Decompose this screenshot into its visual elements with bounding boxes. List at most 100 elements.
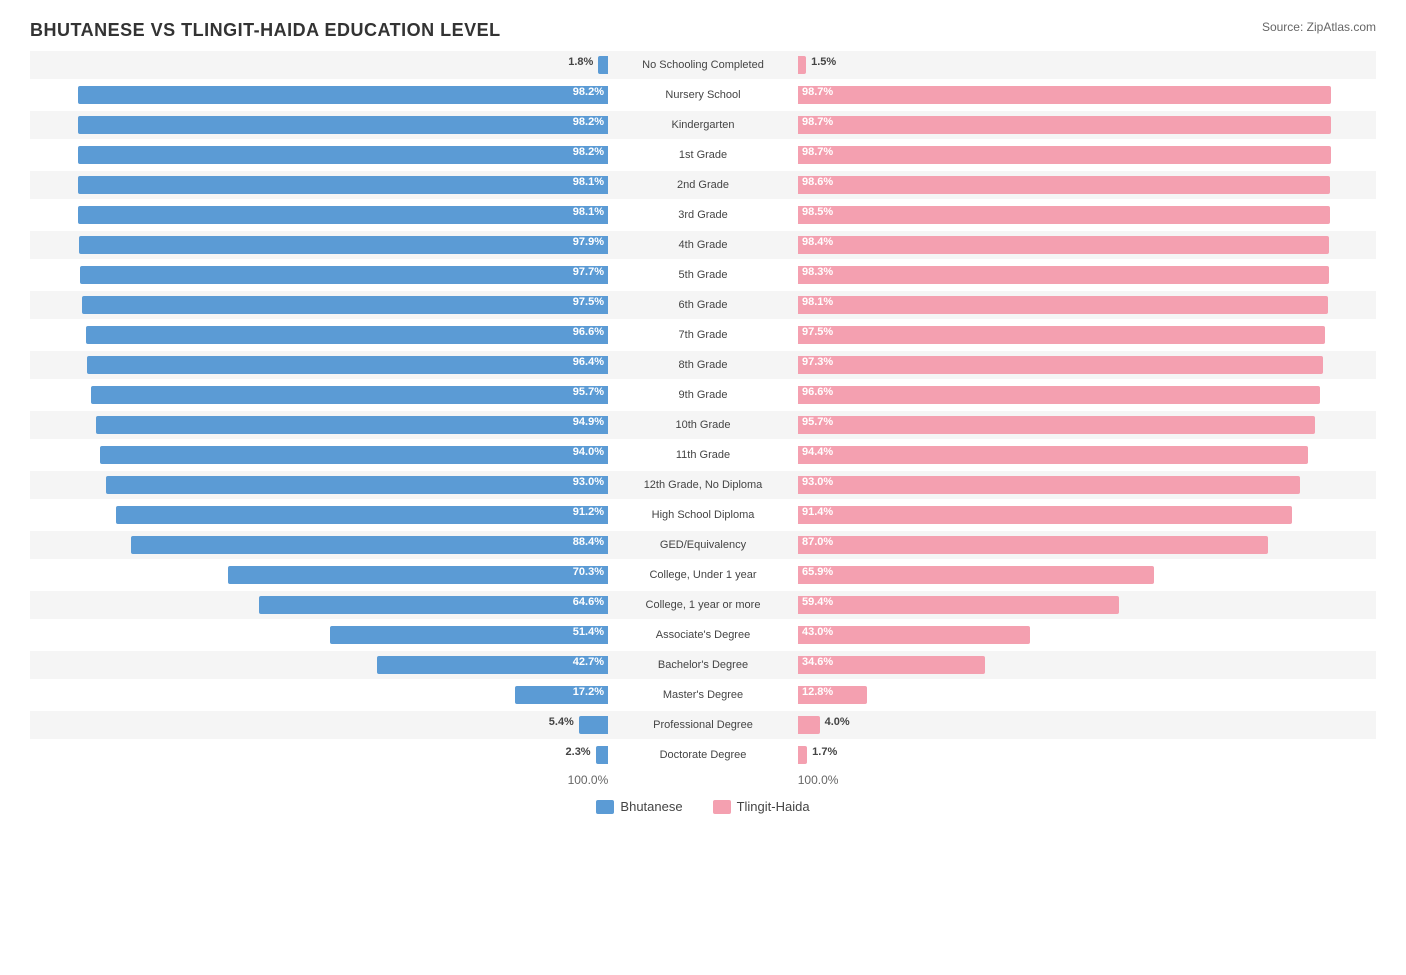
bar-value-right: 98.5% bbox=[802, 206, 833, 218]
table-row: 1.8% No Schooling Completed 1.5% bbox=[30, 51, 1376, 79]
bar-value-right: 94.4% bbox=[802, 446, 833, 458]
bar-value-left: 97.7% bbox=[573, 266, 604, 278]
bar-label: 7th Grade bbox=[608, 329, 798, 341]
bar-label: High School Diploma bbox=[608, 509, 798, 521]
bar-label: 3rd Grade bbox=[608, 209, 798, 221]
bar-value-right: 97.3% bbox=[802, 356, 833, 368]
left-bar-section: 95.7% bbox=[30, 381, 608, 409]
bar-label: College, 1 year or more bbox=[608, 599, 798, 611]
right-bar-section: 98.5% bbox=[798, 201, 1376, 229]
bar-label: Professional Degree bbox=[608, 719, 798, 731]
bar-value-left: 88.4% bbox=[573, 536, 604, 548]
bar-label: Doctorate Degree bbox=[608, 749, 798, 761]
table-row: 98.2%Nursery School98.7% bbox=[30, 81, 1376, 109]
table-row: 97.7%5th Grade98.3% bbox=[30, 261, 1376, 289]
table-row: 93.0% 12th Grade, No Diploma 93.0% bbox=[30, 471, 1376, 499]
left-bar-section: 97.5% bbox=[30, 291, 608, 319]
bar-label: Nursery School bbox=[608, 89, 798, 101]
chart-container: BHUTANESE VS TLINGIT-HAIDA EDUCATION LEV… bbox=[0, 0, 1406, 874]
bar-label: 4th Grade bbox=[608, 239, 798, 251]
bar-value-left: 96.4% bbox=[573, 356, 604, 368]
table-row: 88.4% GED/Equivalency 87.0% bbox=[30, 531, 1376, 559]
left-bar-section: 98.1% bbox=[30, 171, 608, 199]
bar-value-left: 98.1% bbox=[573, 176, 604, 188]
bar-label: 10th Grade bbox=[608, 419, 798, 431]
bar-value-right: 65.9% bbox=[802, 566, 833, 578]
bar-value-left: 1.8% bbox=[568, 56, 593, 68]
bar-label: 6th Grade bbox=[608, 299, 798, 311]
bar-label: No Schooling Completed bbox=[608, 59, 798, 71]
bar-value-left: 96.6% bbox=[573, 326, 604, 338]
legend-label-pink: Tlingit-Haida bbox=[737, 799, 810, 814]
table-row: 94.9%10th Grade 95.7% bbox=[30, 411, 1376, 439]
chart-area: 1.8%No Schooling Completed1.5%98.2%Nurse… bbox=[30, 51, 1376, 769]
right-bar-section: 98.6% bbox=[798, 171, 1376, 199]
right-bar-section: 97.5% bbox=[798, 321, 1376, 349]
right-bar-section: 1.7% bbox=[798, 741, 1376, 769]
left-bar-section: 97.7% bbox=[30, 261, 608, 289]
left-bar-section: 98.1% bbox=[30, 201, 608, 229]
bar-value-left: 5.4% bbox=[549, 716, 574, 728]
table-row: 5.4%Professional Degree4.0% bbox=[30, 711, 1376, 739]
legend-item-blue: Bhutanese bbox=[596, 799, 682, 814]
legend-item-pink: Tlingit-Haida bbox=[713, 799, 810, 814]
bar-value-right: 93.0% bbox=[802, 476, 833, 488]
bar-value-left: 70.3% bbox=[573, 566, 604, 578]
left-bar-section: 91.2% bbox=[30, 501, 608, 529]
bar-label: College, Under 1 year bbox=[608, 569, 798, 581]
bar-label: GED/Equivalency bbox=[608, 539, 798, 551]
bar-label: Master's Degree bbox=[608, 689, 798, 701]
table-row: 51.4%Associate's Degree43.0% bbox=[30, 621, 1376, 649]
table-row: 98.1%3rd Grade 98.5% bbox=[30, 201, 1376, 229]
bar-label: 12th Grade, No Diploma bbox=[608, 479, 798, 491]
right-bar-section: 97.3% bbox=[798, 351, 1376, 379]
left-bar-section: 64.6% bbox=[30, 591, 608, 619]
axis-right: 100.0% bbox=[798, 773, 1376, 787]
left-bar-section: 17.2% bbox=[30, 681, 608, 709]
left-bar-section: 98.2% bbox=[30, 111, 608, 139]
bar-label: 9th Grade bbox=[608, 389, 798, 401]
right-bar-section: 98.7% bbox=[798, 111, 1376, 139]
bar-value-left: 98.2% bbox=[573, 86, 604, 98]
left-bar-section: 96.6% bbox=[30, 321, 608, 349]
left-bar-section: 70.3% bbox=[30, 561, 608, 589]
table-row: 98.2%Kindergarten98.7% bbox=[30, 111, 1376, 139]
left-bar-section: 93.0% bbox=[30, 471, 608, 499]
bar-value-right: 91.4% bbox=[802, 506, 833, 518]
right-bar-section: 34.6% bbox=[798, 651, 1376, 679]
left-bar-section: 94.9% bbox=[30, 411, 608, 439]
bar-value-right: 98.3% bbox=[802, 266, 833, 278]
bar-value-right: 1.5% bbox=[811, 56, 836, 68]
table-row: 91.2%High School Diploma 91.4% bbox=[30, 501, 1376, 529]
bar-label: 8th Grade bbox=[608, 359, 798, 371]
right-bar-section: 91.4% bbox=[798, 501, 1376, 529]
bar-value-left: 93.0% bbox=[573, 476, 604, 488]
left-bar-section: 94.0% bbox=[30, 441, 608, 469]
bar-value-right: 87.0% bbox=[802, 536, 833, 548]
bar-value-right: 95.7% bbox=[802, 416, 833, 428]
table-row: 64.6%College, 1 year or more59.4% bbox=[30, 591, 1376, 619]
left-bar-section: 98.2% bbox=[30, 81, 608, 109]
bar-value-right: 98.1% bbox=[802, 296, 833, 308]
table-row: 94.0%11th Grade94.4% bbox=[30, 441, 1376, 469]
left-bar-section: 42.7% bbox=[30, 651, 608, 679]
bar-label: 1st Grade bbox=[608, 149, 798, 161]
table-row: 70.3% College, Under 1 year 65.9% bbox=[30, 561, 1376, 589]
bar-value-left: 17.2% bbox=[573, 686, 604, 698]
legend: Bhutanese Tlingit-Haida bbox=[30, 799, 1376, 814]
table-row: 97.5%6th Grade 98.1% bbox=[30, 291, 1376, 319]
bar-value-right: 12.8% bbox=[802, 686, 833, 698]
bar-value-left: 97.9% bbox=[573, 236, 604, 248]
bar-value-right: 97.5% bbox=[802, 326, 833, 338]
right-bar-section: 87.0% bbox=[798, 531, 1376, 559]
bar-value-left: 2.3% bbox=[566, 746, 591, 758]
bar-label: 2nd Grade bbox=[608, 179, 798, 191]
right-bar-section: 65.9% bbox=[798, 561, 1376, 589]
table-row: 96.6% 7th Grade 97.5% bbox=[30, 321, 1376, 349]
source-text: Source: ZipAtlas.com bbox=[1262, 20, 1376, 34]
left-bar-section: 88.4% bbox=[30, 531, 608, 559]
bar-label: Kindergarten bbox=[608, 119, 798, 131]
left-bar-section: 51.4% bbox=[30, 621, 608, 649]
table-row: 96.4% 8th Grade 97.3% bbox=[30, 351, 1376, 379]
right-bar-section: 98.3% bbox=[798, 261, 1376, 289]
